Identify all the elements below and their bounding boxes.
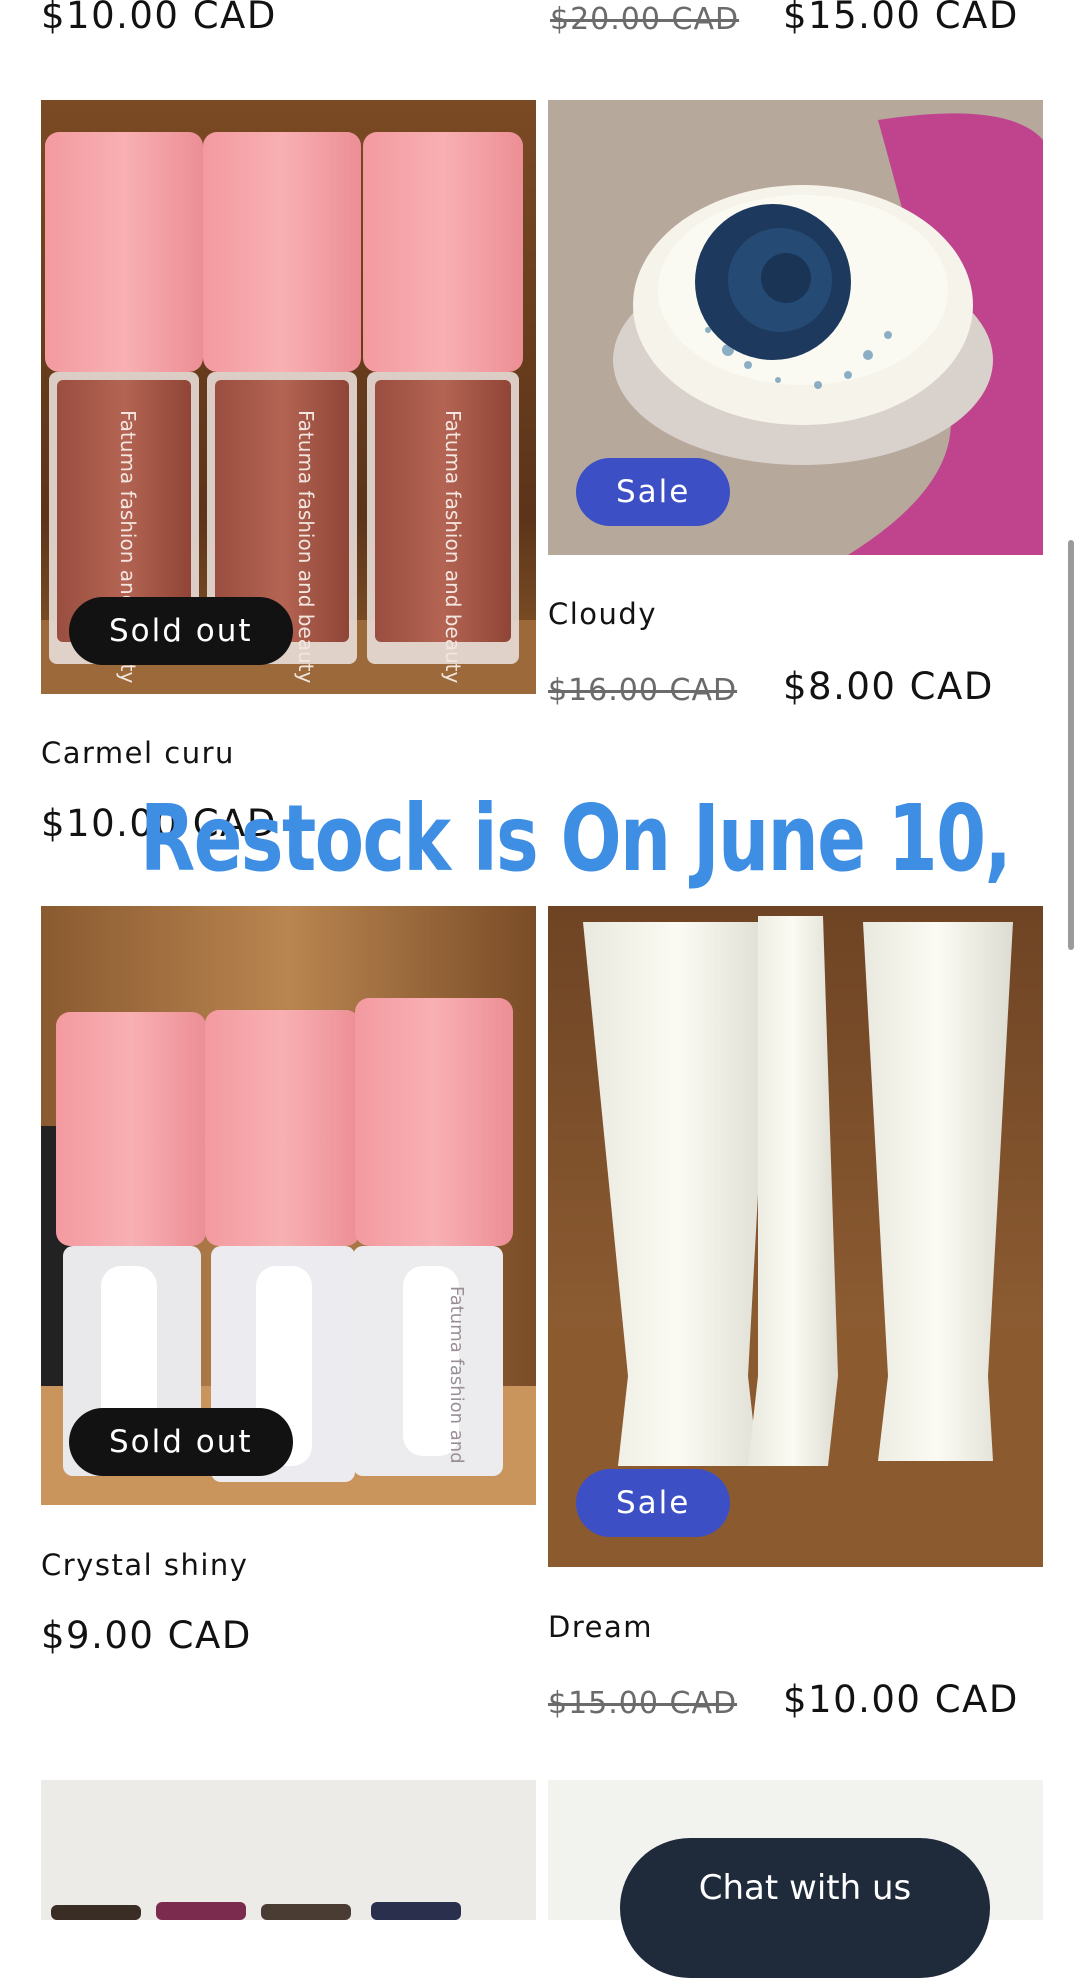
- chat-with-us-button[interactable]: Chat with us: [620, 1838, 990, 1978]
- product-image-crystal-shiny[interactable]: Fatuma fashion and Sold out: [41, 906, 536, 1505]
- bottle-label-crystal: Fatuma fashion and: [446, 1286, 467, 1464]
- previous-product-compare-price: $20.00 CAD: [550, 2, 740, 37]
- product-title-dream[interactable]: Dream: [548, 1610, 653, 1644]
- product-compare-price-dream: $15.00 CAD: [548, 1686, 738, 1721]
- product-compare-price-cloudy: $16.00 CAD: [548, 673, 738, 708]
- product-price-dream: $10.00 CAD: [783, 1678, 1019, 1721]
- previous-product-price-right: $15.00 CAD: [783, 0, 1019, 37]
- sold-out-badge: Sold out: [69, 1408, 293, 1476]
- product-image-next-left[interactable]: [41, 1780, 536, 1920]
- gloss-tubes-photo: [548, 906, 1043, 1567]
- product-title-crystal-shiny[interactable]: Crystal shiny: [41, 1548, 248, 1582]
- sale-badge: Sale: [576, 458, 731, 526]
- sale-badge: Sale: [576, 1469, 731, 1537]
- product-image-carmel-curu[interactable]: Fatuma fashion and beauty Fatuma fashion…: [41, 100, 536, 694]
- product-image-cloudy[interactable]: Sale: [548, 100, 1043, 555]
- previous-product-price-left: $10.00 CAD: [41, 0, 277, 37]
- restock-overlay-text: Restock is On June 10,: [140, 785, 1012, 892]
- product-title-cloudy[interactable]: Cloudy: [548, 597, 657, 631]
- next-product-photo-left: [41, 1780, 536, 1920]
- product-price-cloudy: $8.00 CAD: [783, 665, 994, 708]
- scrollbar-thumb[interactable]: [1068, 540, 1074, 950]
- product-price-crystal-shiny: $9.00 CAD: [41, 1614, 252, 1657]
- chat-button-label: Chat with us: [698, 1868, 912, 1908]
- bottle-label-2: Fatuma fashion and beauty: [294, 410, 318, 684]
- product-title-carmel-curu[interactable]: Carmel curu: [41, 736, 235, 770]
- product-image-dream[interactable]: Sale: [548, 906, 1043, 1567]
- sold-out-badge: Sold out: [69, 597, 293, 665]
- bottle-label-3: Fatuma fashion and beauty: [441, 410, 465, 684]
